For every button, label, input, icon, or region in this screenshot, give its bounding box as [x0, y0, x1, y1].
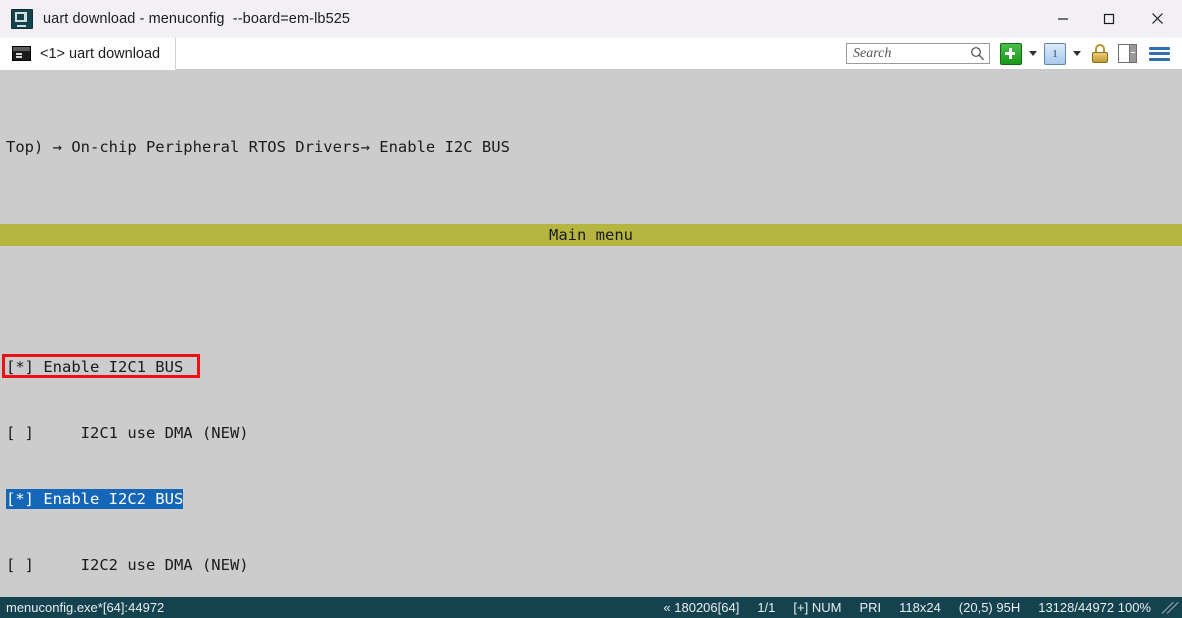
status-session-id: « 180206[64] [654, 600, 748, 615]
new-session-button[interactable] [1000, 43, 1022, 65]
close-button[interactable] [1132, 0, 1182, 37]
menu-item-label: [*] Enable I2C1 BUS [0, 358, 183, 376]
menu-item[interactable]: [*] Enable I2C1 BUS [0, 356, 1182, 378]
split-panes-button[interactable] [1114, 44, 1141, 63]
hamburger-menu-icon [1149, 46, 1170, 62]
green-plus-icon [1000, 43, 1022, 65]
status-bar: menuconfig.exe*[64]:44972 « 180206[64] 1… [0, 597, 1182, 618]
window-controls [1040, 0, 1182, 37]
menu-item-label: [ ] I2C2 use DMA (NEW) [0, 556, 249, 574]
lock-button[interactable] [1088, 44, 1112, 63]
status-dimensions: 118x24 [890, 600, 950, 615]
app-icon [11, 9, 33, 29]
status-num-lock: [+] NUM [784, 600, 850, 615]
window-one-icon: 1 [1044, 43, 1066, 65]
tab-label: <1> uart download [40, 46, 160, 62]
resize-grip-icon[interactable] [1162, 601, 1176, 615]
window-layout-button[interactable]: 1 [1044, 43, 1066, 65]
window-title: uart download - menuconfig --board=em-lb… [43, 11, 350, 27]
window-layout-dropdown[interactable] [1068, 51, 1086, 56]
menu-item-selected[interactable]: [*] Enable I2C2 BUS [0, 488, 1182, 510]
menu-button[interactable] [1143, 46, 1174, 62]
toolbar: Search 1 [846, 38, 1182, 69]
caret-down-icon [1029, 51, 1037, 56]
status-pri: PRI [850, 600, 890, 615]
menu-item-list: [*] Enable I2C1 BUS [ ] I2C1 use DMA (NE… [0, 312, 1182, 597]
padlock-icon [1092, 44, 1108, 63]
status-page: 1/1 [748, 600, 784, 615]
maximize-button[interactable] [1086, 0, 1132, 37]
status-right-group: « 180206[64] 1/1 [+] NUM PRI 118x24 (20,… [654, 600, 1182, 615]
menu-item-label: [ ] I2C1 use DMA (NEW) [0, 424, 249, 442]
minimize-button[interactable] [1040, 0, 1086, 37]
menu-item[interactable]: [ ] I2C1 use DMA (NEW) [0, 422, 1182, 444]
status-buffer-usage: 13128/44972 100% [1029, 600, 1160, 615]
menu-title-bar: Main menu [0, 224, 1182, 246]
application-window: uart download - menuconfig --board=em-lb… [0, 0, 1182, 618]
tab-strip: <1> uart download Search 1 [0, 38, 1182, 70]
split-panes-icon [1118, 44, 1137, 63]
tab-uart-download[interactable]: <1> uart download [0, 38, 176, 70]
breadcrumb: Top) → On-chip Peripheral RTOS Drivers→ … [0, 136, 1182, 158]
status-cursor-position: (20,5) 95H [950, 600, 1029, 615]
caret-down-icon [1073, 51, 1081, 56]
window-titlebar: uart download - menuconfig --board=em-lb… [0, 0, 1182, 38]
search-placeholder: Search [853, 46, 970, 62]
status-process: menuconfig.exe*[64]:44972 [4, 600, 173, 615]
console-icon [12, 46, 31, 61]
menu-item-label: [*] Enable I2C2 BUS [6, 489, 183, 509]
menu-item[interactable]: [ ] I2C2 use DMA (NEW) [0, 554, 1182, 576]
search-input[interactable]: Search [846, 43, 990, 64]
terminal-content[interactable]: Top) → On-chip Peripheral RTOS Drivers→ … [0, 70, 1182, 597]
search-icon [970, 46, 985, 61]
new-session-dropdown[interactable] [1024, 51, 1042, 56]
